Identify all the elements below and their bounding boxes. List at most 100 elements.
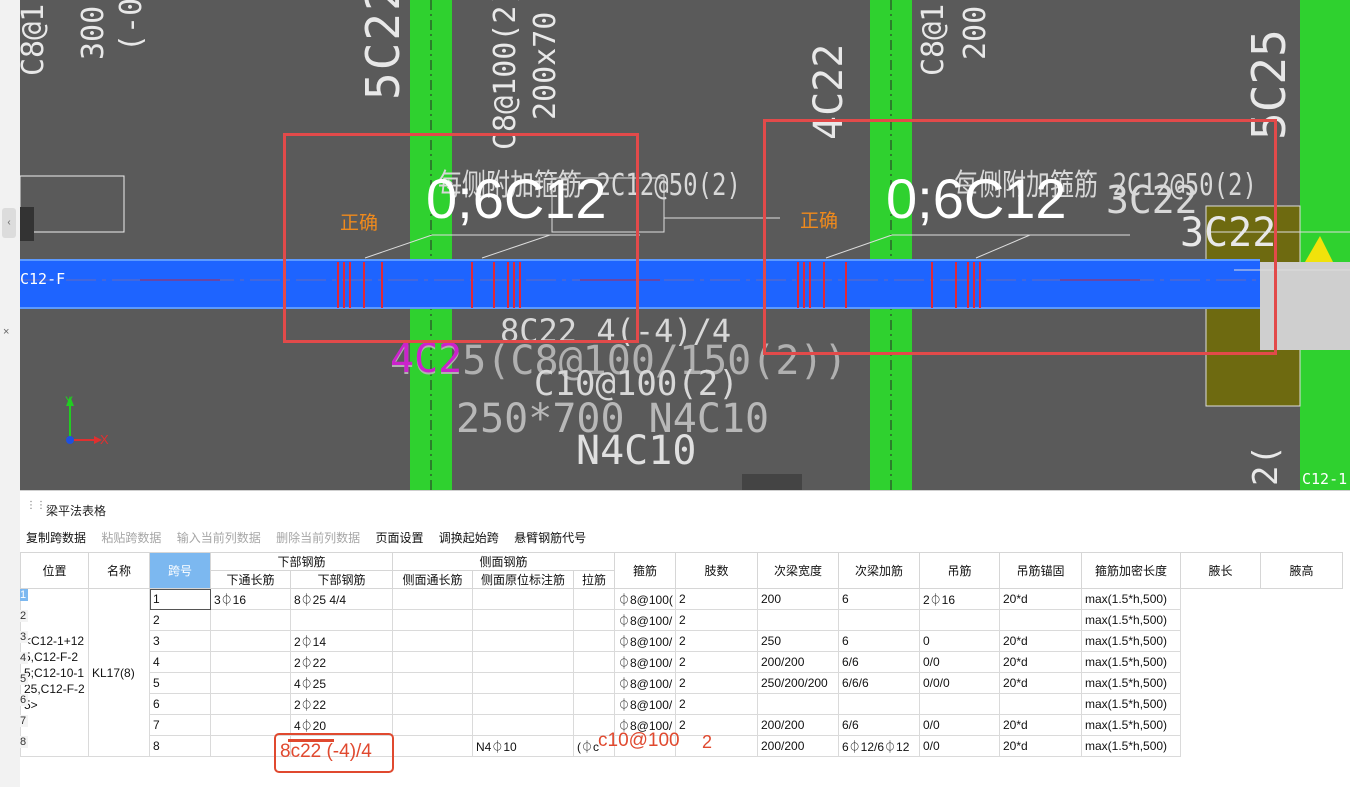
cell-stirrup[interactable]: ⏀8@100/: [614, 672, 676, 694]
cell-hg[interactable]: 0/0: [919, 735, 1000, 757]
cell-so[interactable]: [472, 630, 574, 652]
cell-hg[interactable]: [919, 693, 1000, 715]
cell-ha[interactable]: 20*d: [999, 588, 1082, 610]
row-number[interactable]: 3: [20, 631, 28, 643]
col-span[interactable]: 跨号: [149, 552, 211, 589]
cell-span[interactable]: 1: [149, 588, 211, 610]
col-dense-length[interactable]: 箍筋加密长度: [1081, 552, 1181, 589]
collapse-arrow-icon[interactable]: ‹: [2, 208, 16, 238]
cell-sa[interactable]: [838, 609, 920, 631]
cell-stirrup[interactable]: ⏀8@100/: [614, 693, 676, 715]
swap-start-span-button[interactable]: 调换起始跨: [439, 531, 499, 545]
cell-st[interactable]: [392, 672, 473, 694]
row-number[interactable]: 1: [20, 589, 28, 601]
cell-hg[interactable]: 0/0/0: [919, 672, 1000, 694]
cell-hg[interactable]: 2⏀16: [919, 588, 1000, 610]
cell-ha[interactable]: [999, 693, 1082, 715]
cell-st[interactable]: [392, 609, 473, 631]
cell-dl[interactable]: max(1.5*h,500): [1081, 735, 1181, 757]
cell-bt[interactable]: [210, 672, 291, 694]
cell-hg[interactable]: 0: [919, 630, 1000, 652]
cell-st[interactable]: [392, 693, 473, 715]
cell-hg[interactable]: [919, 609, 1000, 631]
cell-br[interactable]: 2⏀22: [290, 693, 393, 715]
col-side-orig[interactable]: 侧面原位标注筋: [472, 570, 574, 589]
cell-so[interactable]: [472, 714, 574, 736]
cell-so[interactable]: [472, 609, 574, 631]
row-number[interactable]: 5: [20, 673, 28, 685]
table-row[interactable]: <C12-1+125,C12-F-25;C12-10-125,C12-F-25>…: [20, 588, 1343, 757]
cell-legs[interactable]: 2: [675, 672, 758, 694]
cell-stirrup[interactable]: ⏀8@100(: [614, 588, 676, 610]
cell-legs[interactable]: 2: [675, 630, 758, 652]
cell-span[interactable]: 5: [149, 672, 211, 694]
cell-stirrup[interactable]: ⏀8@100/: [614, 651, 676, 673]
cell-tie[interactable]: [573, 672, 615, 694]
cell-span[interactable]: 4: [149, 651, 211, 673]
cell-so[interactable]: [472, 672, 574, 694]
row-number[interactable]: 6: [20, 694, 28, 706]
cell-dl[interactable]: max(1.5*h,500): [1081, 588, 1181, 610]
cell-st[interactable]: [392, 630, 473, 652]
cell-ha[interactable]: 20*d: [999, 714, 1082, 736]
cell-ha[interactable]: 20*d: [999, 630, 1082, 652]
cell-so[interactable]: [472, 693, 574, 715]
col-bottom-rebar[interactable]: 下部钢筋: [290, 570, 393, 589]
cad-canvas[interactable]: 5C22 C8@100(2) 200x70 4C22 C8@1 200 5C25…: [20, 0, 1350, 490]
cell-dl[interactable]: max(1.5*h,500): [1081, 714, 1181, 736]
cell-position[interactable]: <C12-1+125,C12-F-25;C12-10-125,C12-F-25>: [20, 588, 89, 757]
input-column-button[interactable]: 输入当前列数据: [177, 531, 261, 545]
cell-sw[interactable]: 200/200: [757, 651, 839, 673]
cell-br[interactable]: [290, 609, 393, 631]
cell-bt[interactable]: [210, 609, 291, 631]
cell-tie[interactable]: [573, 609, 615, 631]
table-row[interactable]: 5 4⏀25 ⏀8@100/2 250/200/200 6/6/6 0/0/0 20*d ma…: [21, 672, 1343, 694]
cell-sa[interactable]: 6⏀12/6⏀12: [838, 735, 920, 757]
cell-so[interactable]: [472, 651, 574, 673]
cell-ha[interactable]: 20*d: [999, 672, 1082, 694]
cell-dl[interactable]: max(1.5*h,500): [1081, 630, 1181, 652]
table-row[interactable]: 4 2⏀22 ⏀8@100/2 200/200 6/6 0/0 20*d max(1.5*h,…: [21, 651, 1343, 673]
cell-sw[interactable]: 200/200: [757, 735, 839, 757]
cantilever-code-button[interactable]: 悬臂钢筋代号: [514, 531, 586, 545]
cell-br[interactable]: 4⏀25: [290, 672, 393, 694]
cell-sw[interactable]: 250/200/200: [757, 672, 839, 694]
col-side-through[interactable]: 侧面通长筋: [392, 570, 473, 589]
table-row[interactable]: 6 2⏀22 ⏀8@100/2 max(1.5*h,500): [21, 693, 1343, 715]
cell-tie[interactable]: [573, 651, 615, 673]
delete-column-button[interactable]: 删除当前列数据: [276, 531, 360, 545]
cell-legs[interactable]: [675, 735, 758, 757]
side-close-icon[interactable]: ×: [3, 326, 9, 338]
cell-bt[interactable]: [210, 651, 291, 673]
cell-span[interactable]: 2: [149, 609, 211, 631]
cell-br[interactable]: 2⏀14: [290, 630, 393, 652]
cell-sa[interactable]: 6: [838, 588, 920, 610]
col-bottom-through[interactable]: 下通长筋: [210, 570, 291, 589]
cell-sa[interactable]: 6: [838, 630, 920, 652]
cell-so[interactable]: [472, 588, 574, 610]
col-hanger-anchor[interactable]: 吊筋锚固: [999, 552, 1082, 589]
cell-stirrup[interactable]: ⏀8@100/: [614, 630, 676, 652]
cell-dl[interactable]: max(1.5*h,500): [1081, 672, 1181, 694]
cell-legs[interactable]: 2: [675, 714, 758, 736]
cell-sw[interactable]: 200/200: [757, 714, 839, 736]
cell-tie[interactable]: [573, 630, 615, 652]
cell-name[interactable]: KL17(8): [88, 588, 150, 757]
cell-stirrup[interactable]: ⏀8@100/: [614, 609, 676, 631]
copy-span-button[interactable]: 复制跨数据: [26, 531, 86, 545]
table-row[interactable]: 8 N4⏀10 (⏀c 200/200 6⏀12/6⏀12 0/0 20*d max(1.5*…: [21, 735, 1343, 757]
cell-bt[interactable]: [210, 693, 291, 715]
row-number[interactable]: 8: [20, 736, 28, 748]
cell-bt[interactable]: [210, 630, 291, 652]
col-legs[interactable]: 肢数: [675, 552, 758, 589]
col-sec-add[interactable]: 次梁加筋: [838, 552, 920, 589]
cell-ha[interactable]: [999, 609, 1082, 631]
cell-hg[interactable]: 0/0: [919, 714, 1000, 736]
cell-tie[interactable]: [573, 693, 615, 715]
cell-sw[interactable]: 250: [757, 630, 839, 652]
cell-sa[interactable]: 6/6/6: [838, 672, 920, 694]
cell-sw[interactable]: [757, 609, 839, 631]
row-number[interactable]: 4: [20, 652, 28, 664]
paste-span-button[interactable]: 粘贴跨数据: [101, 531, 161, 545]
cell-br[interactable]: 8⏀25 4/4: [290, 588, 393, 610]
